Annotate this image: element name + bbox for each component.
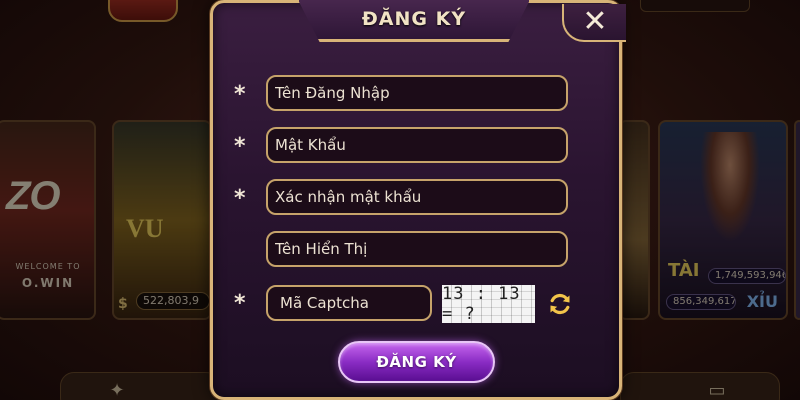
dollar-icon: $	[118, 296, 128, 312]
brand-name: O.WIN	[21, 276, 75, 290]
refresh-icon[interactable]	[546, 290, 574, 318]
captcha-input[interactable]	[266, 285, 432, 321]
password-input[interactable]	[266, 127, 568, 163]
chat-icon[interactable]: ▭	[704, 380, 730, 400]
close-icon: ✕	[582, 4, 608, 39]
brand-logo: ZO	[6, 174, 61, 218]
xiu-value: 856,349,617	[666, 294, 736, 310]
welcome-label: WELCOME TO	[15, 262, 81, 271]
display-name-input[interactable]	[266, 231, 568, 267]
xiu-label: XỈU	[746, 292, 778, 311]
tai-label: TÀI	[668, 260, 700, 281]
required-mark: *	[234, 82, 246, 107]
confirm-password-input[interactable]	[266, 179, 568, 215]
lobby-top-stat	[640, 0, 750, 12]
jackpot-value: 522,803,9	[136, 292, 210, 310]
game-card-partial[interactable]	[618, 120, 650, 320]
captcha-text: 13 : 13 = ?	[442, 285, 521, 323]
dialog-title: ĐĂNG KÝ	[361, 8, 467, 30]
game-card-edge[interactable]	[794, 120, 800, 320]
captcha-image: 13 : 13 = ?	[442, 285, 535, 323]
username-input[interactable]	[266, 75, 568, 111]
close-button[interactable]: ✕	[562, 4, 626, 42]
game-card-vu[interactable]: VU $ 522,803,9	[112, 120, 212, 320]
gift-icon[interactable]: ✦	[104, 380, 130, 400]
tai-value: 1,749,593,946	[708, 268, 786, 284]
required-mark: *	[234, 134, 246, 159]
game-card-taixiu[interactable]: TÀI 1,749,593,946 856,349,617 XỈU	[658, 120, 788, 320]
lobby-logo	[108, 0, 178, 22]
game-card-zowin[interactable]: ZO WELCOME TO O.WIN	[0, 120, 96, 320]
game-title: VU	[126, 214, 164, 243]
bottom-menu-left[interactable]	[60, 372, 220, 400]
dealer-figure	[700, 132, 760, 242]
required-mark: *	[234, 186, 246, 211]
register-button[interactable]: ĐĂNG KÝ	[338, 341, 495, 383]
bottom-menu-right[interactable]	[620, 372, 780, 400]
required-mark: *	[234, 291, 246, 316]
